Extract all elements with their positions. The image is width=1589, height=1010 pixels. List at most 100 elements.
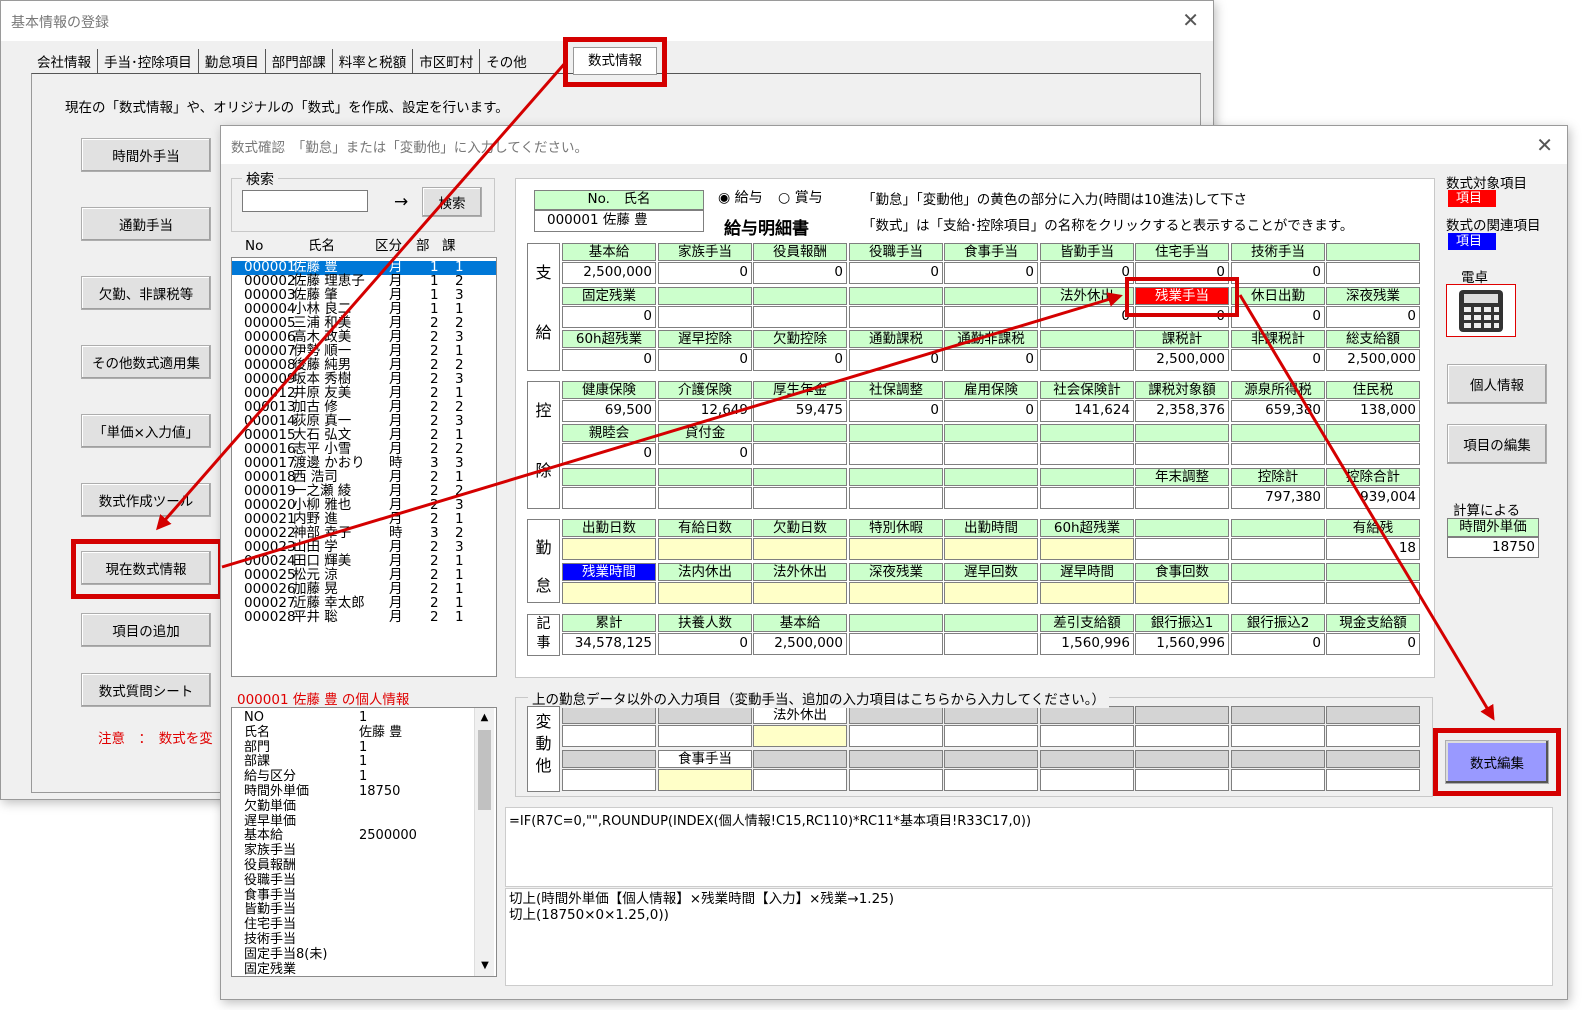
item-header[interactable]: 銀行振込1 [1135,614,1229,632]
edit-formula-button[interactable]: 数式編集 [1445,740,1549,784]
item-header[interactable]: 課税計 [1135,330,1229,348]
item-header[interactable]: 深夜残業 [849,563,943,581]
item-header[interactable] [753,468,847,486]
item-header[interactable]: 貸付金 [658,424,752,442]
commute-allowance-button[interactable]: 通勤手当 [81,207,211,241]
item-header[interactable] [1231,424,1325,442]
item-header[interactable]: 雇用保険 [944,381,1038,399]
radio-bonus[interactable]: ○ 賞与 [778,187,823,207]
item-header[interactable] [1040,330,1134,348]
personal-info-button[interactable]: 個人情報 [1447,364,1547,404]
item-header[interactable] [944,287,1038,305]
item-header[interactable]: 扶養人数 [658,614,752,632]
tab-allowance[interactable]: 手当･控除項目 [98,49,199,76]
formula-box[interactable]: =IF(R7C=0,"",ROUNDUP(INDEX(個人情報!C15,RC11… [505,807,1553,887]
item-value[interactable] [658,582,752,604]
item-header[interactable]: 技術手当 [1231,243,1325,261]
item-header[interactable]: 深夜残業 [1326,287,1420,305]
item-header[interactable] [944,468,1038,486]
item-header[interactable]: 累計 [562,614,656,632]
item-header[interactable]: 親睦会 [562,424,656,442]
other-formulas-button[interactable]: その他数式適用集 [81,345,211,379]
item-header[interactable]: 控除合計 [1326,468,1420,486]
unit-price-button[interactable]: 「単価×入力値」 [81,414,211,448]
item-header[interactable]: 有給残 [1326,519,1420,537]
item-header[interactable] [753,287,847,305]
item-header[interactable] [1326,424,1420,442]
item-header[interactable]: 法内休出 [658,563,752,581]
absence-nontax-button[interactable]: 欠勤、非課税等 [81,276,211,310]
item-header[interactable]: 皆勤手当 [1040,243,1134,261]
item-header[interactable]: 有給日数 [658,519,752,537]
item-header[interactable]: 通勤課税 [849,330,943,348]
item-header[interactable]: 60h超残業 [562,330,656,348]
item-header[interactable]: 住民税 [1326,381,1420,399]
scroll-down-icon[interactable]: ▼ [475,956,495,976]
tab-other[interactable]: その他 [480,49,533,76]
scroll-thumb[interactable] [478,730,491,810]
item-header[interactable]: 健康保険 [562,381,656,399]
item-header[interactable] [1135,519,1229,537]
item-value[interactable] [944,582,1038,604]
item-value[interactable] [849,538,943,560]
overtime-allowance-button[interactable]: 時間外手当 [81,138,211,172]
item-header[interactable]: 課税対象額 [1135,381,1229,399]
item-value[interactable] [849,582,943,604]
item-value[interactable] [1040,538,1134,560]
item-header[interactable]: 60h超残業 [1040,519,1134,537]
scroll-up-icon[interactable]: ▲ [475,708,494,728]
item-header[interactable] [1231,519,1325,537]
employee-list[interactable]: 000001 佐藤 豊月 1 1 000002 佐藤 理恵子月 1 2 000003 佐藤 肇月1… [231,257,497,677]
item-header[interactable] [658,287,752,305]
formula-question-button[interactable]: 数式質問シート [81,673,211,707]
item-value[interactable] [562,582,656,604]
current-formula-button[interactable]: 現在数式情報 [81,551,211,585]
personal-info-list[interactable]: NO 1 氏名 佐藤 豊部門 1 部課 1 給与区分 1 時間外単価 18750 欠勤単価 遅早単価 基本… [231,707,497,977]
item-header[interactable] [1326,243,1420,261]
item-header[interactable]: 遅早控除 [658,330,752,348]
item-header[interactable]: 欠勤控除 [753,330,847,348]
item-header[interactable]: 通勤非課税 [944,330,1038,348]
employee-row[interactable]: 000028 平井 聡 月 21 [232,610,496,625]
item-header[interactable]: 控除計 [1231,468,1325,486]
dialog-close-icon[interactable]: ✕ [1536,133,1553,157]
search-input[interactable] [242,190,368,212]
radio-salary[interactable]: ◉ 給与 [718,187,763,207]
item-header[interactable] [1326,563,1420,581]
item-header[interactable]: 出勤時間 [944,519,1038,537]
tab-company[interactable]: 会社情報 [31,49,98,76]
item-header[interactable] [658,468,752,486]
item-header[interactable]: 厚生年金 [753,381,847,399]
item-header[interactable]: 基本給 [753,614,847,632]
item-header[interactable]: 法外休出 [1040,287,1134,305]
tab-formula[interactable]: 数式情報 [573,47,657,75]
item-header[interactable]: 法外休出 [753,563,847,581]
item-value[interactable] [1135,582,1229,604]
formula-tool-button[interactable]: 数式作成ツール [81,483,211,517]
item-header[interactable]: 遅早時間 [1040,563,1134,581]
item-header[interactable]: 家族手当 [658,243,752,261]
item-header[interactable] [1231,563,1325,581]
item-header[interactable]: 役員報酬 [753,243,847,261]
item-header[interactable]: 欠勤日数 [753,519,847,537]
item-header[interactable]: 残業時間 [562,563,656,581]
info-scrollbar[interactable]: ▲ ▼ [474,708,494,976]
item-header[interactable] [849,468,943,486]
item-header[interactable]: 出勤日数 [562,519,656,537]
item-header[interactable] [944,424,1038,442]
item-header[interactable]: 住宅手当 [1135,243,1229,261]
item-header[interactable]: 介護保険 [658,381,752,399]
item-header[interactable]: 食事回数 [1135,563,1229,581]
search-button[interactable]: 検索 [422,187,482,217]
item-header[interactable] [849,424,943,442]
item-header[interactable] [1040,468,1134,486]
item-header[interactable]: 年末調整 [1135,468,1229,486]
item-value[interactable] [1040,582,1134,604]
item-header[interactable]: 食事手当 [944,243,1038,261]
close-icon[interactable]: ✕ [1182,8,1199,32]
item-value[interactable] [944,538,1038,560]
item-header[interactable]: 銀行振込2 [1231,614,1325,632]
item-value[interactable] [753,538,847,560]
explanation-box[interactable]: 切上(時間外単価【個人情報】×残業時間【入力】×残業→1.25) 切上(1875… [505,888,1553,986]
item-header[interactable]: 役職手当 [849,243,943,261]
